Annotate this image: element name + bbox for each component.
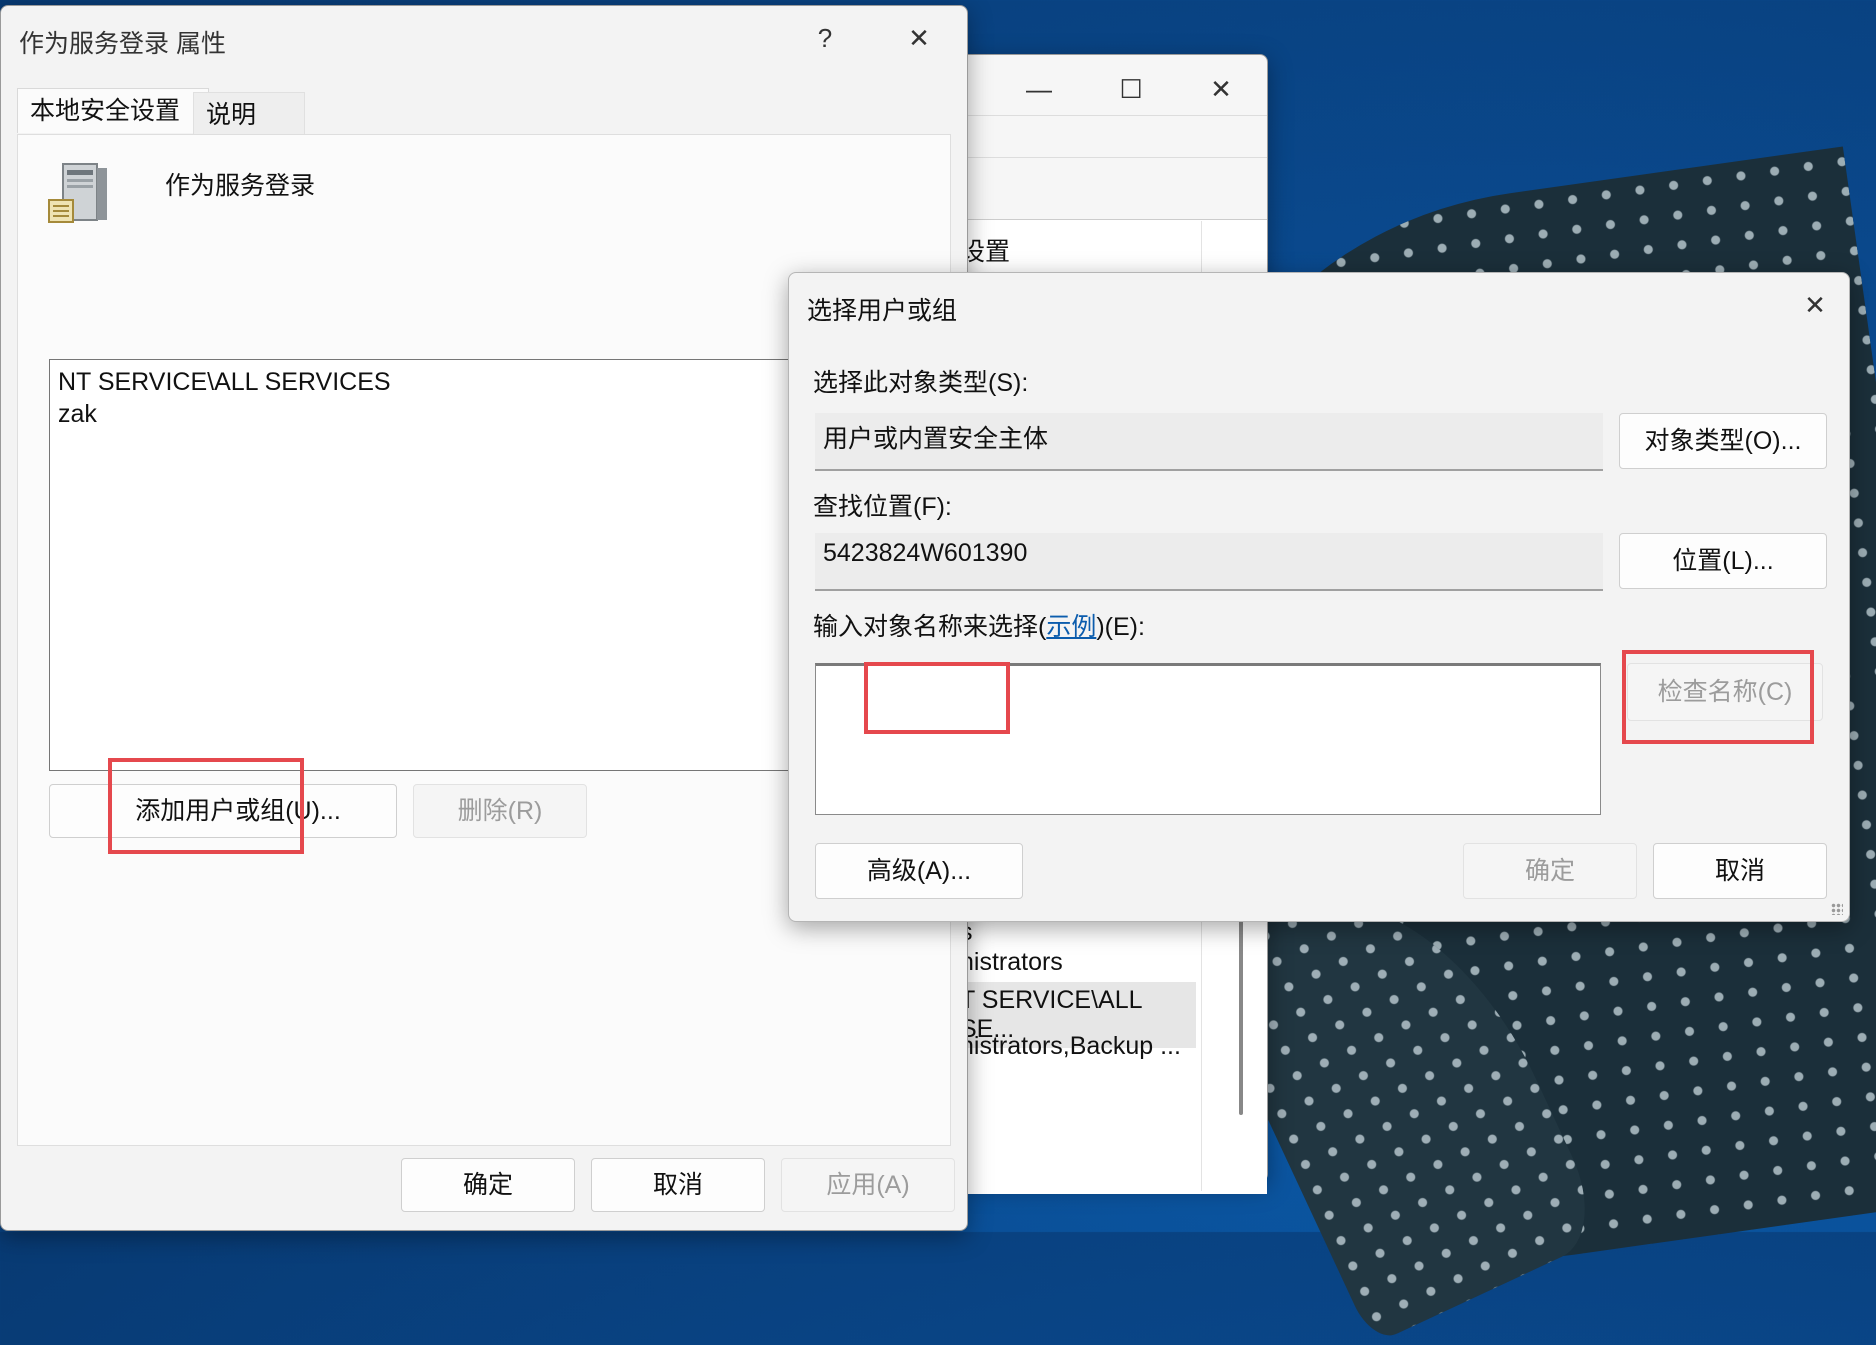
close-icon[interactable]: ✕ <box>1201 71 1241 107</box>
cancel-button[interactable]: 取消 <box>591 1158 765 1212</box>
list-item[interactable]: nistrators,Backup ... <box>960 1032 1224 1061</box>
advanced-button[interactable]: 高级(A)... <box>815 843 1023 899</box>
remove-button[interactable]: 删除(R) <box>413 784 587 838</box>
list-item-partial: s <box>960 918 1224 947</box>
resize-grip[interactable] <box>1831 903 1843 915</box>
scrollbar[interactable] <box>1239 915 1243 1115</box>
list-item[interactable]: NT SERVICE\ALL SERVICES <box>58 368 391 397</box>
list-item[interactable]: nistrators <box>960 948 1224 977</box>
close-icon[interactable]: ✕ <box>1795 287 1835 323</box>
close-icon[interactable]: ✕ <box>899 20 939 56</box>
object-type-field: 用户或内置安全主体 <box>815 413 1603 471</box>
minimize-icon[interactable]: — <box>1019 71 1059 107</box>
list-item[interactable]: zak <box>58 400 97 429</box>
help-icon[interactable]: ? <box>805 20 845 56</box>
dialog-title: 选择用户或组 <box>807 297 958 325</box>
label-text: )(E): <box>1096 613 1145 641</box>
location-field: 5423824W601390 <box>815 533 1603 591</box>
divider <box>961 157 1267 158</box>
policy-name: 作为服务登录 <box>165 172 316 200</box>
maximize-icon[interactable]: ☐ <box>1111 71 1151 107</box>
divider <box>961 115 1267 116</box>
list-header: 设置 <box>960 238 1011 266</box>
object-names-label: 输入对象名称来选择(示例)(E): <box>813 607 1145 643</box>
tab-local-security-setting[interactable]: 本地安全设置 <box>17 88 209 133</box>
ok-button[interactable]: 确定 <box>1463 843 1637 899</box>
ok-button[interactable]: 确定 <box>401 1158 575 1212</box>
tab-explain[interactable]: 说明 <box>193 92 305 135</box>
dialog-title: 作为服务登录 属性 <box>19 30 226 58</box>
examples-link[interactable]: 示例 <box>1046 613 1096 641</box>
server-icon <box>48 163 107 223</box>
select-users-dialog: 选择用户或组 ✕ 选择此对象类型(S): 用户或内置安全主体 对象类型(O)..… <box>788 272 1850 922</box>
object-types-button[interactable]: 对象类型(O)... <box>1619 413 1827 469</box>
highlight-box <box>864 662 1010 734</box>
object-type-label: 选择此对象类型(S): <box>813 369 1029 397</box>
cancel-button[interactable]: 取消 <box>1653 843 1827 899</box>
apply-button[interactable]: 应用(A) <box>781 1158 955 1212</box>
highlight-box <box>1622 650 1814 744</box>
highlight-box <box>108 758 304 854</box>
label-text: 输入对象名称来选择( <box>813 613 1047 641</box>
location-label: 查找位置(F): <box>813 493 952 521</box>
location-button[interactable]: 位置(L)... <box>1619 533 1827 589</box>
